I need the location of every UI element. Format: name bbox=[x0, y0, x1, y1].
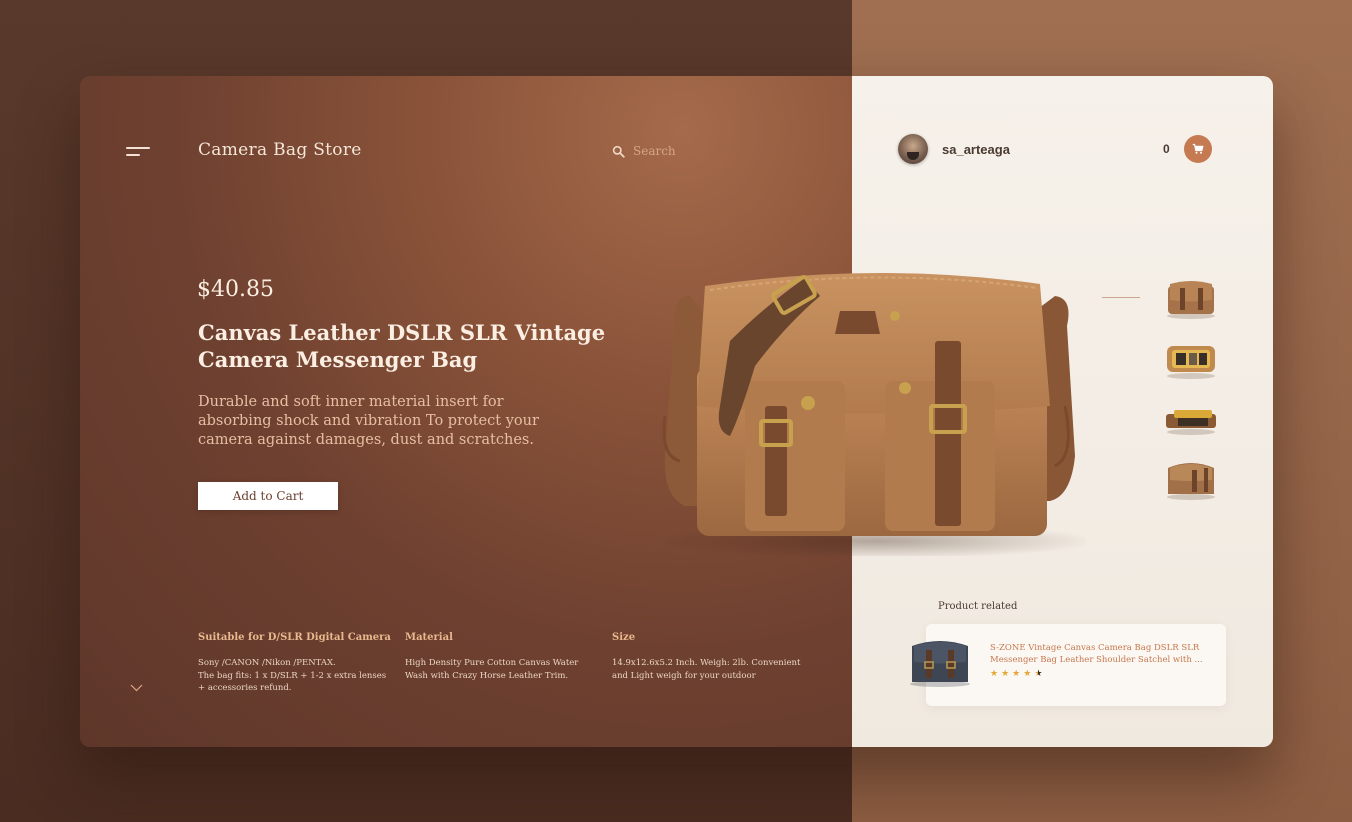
related-section-title: Product related bbox=[938, 601, 1018, 612]
spec-compatibility: Suitable for D/SLR Digital Camera Sony /… bbox=[198, 632, 405, 695]
product-price: $40.85 bbox=[197, 277, 274, 302]
search-bar[interactable] bbox=[612, 144, 753, 158]
thumbnail-list bbox=[1162, 276, 1220, 500]
related-product-card[interactable]: S-ZONE Vintage Canvas Camera Bag DSLR SL… bbox=[910, 624, 1226, 706]
star-half-icon: ★ bbox=[1034, 669, 1043, 679]
menu-icon[interactable] bbox=[126, 146, 150, 160]
star-icon: ★ bbox=[990, 669, 999, 679]
spec-title: Suitable for D/SLR Digital Camera bbox=[198, 632, 391, 643]
product-card: Camera Bag Store sa_arteaga 0 $40.85 Can… bbox=[80, 76, 1273, 747]
search-icon bbox=[612, 145, 625, 158]
related-product-title: S-ZONE Vintage Canvas Camera Bag DSLR SL… bbox=[990, 643, 1203, 665]
spec-title: Material bbox=[405, 632, 453, 643]
search-input[interactable] bbox=[633, 144, 753, 158]
star-icon: ★ bbox=[1001, 669, 1010, 679]
spec-title: Size bbox=[612, 632, 636, 643]
cart-button[interactable] bbox=[1184, 135, 1212, 163]
chevron-down-icon[interactable] bbox=[130, 684, 143, 692]
menu-line-top bbox=[126, 147, 150, 149]
cart-icon bbox=[1192, 143, 1204, 154]
thumbnail-bag-insert[interactable] bbox=[1162, 396, 1220, 440]
add-to-cart-button[interactable]: Add to Cart bbox=[198, 482, 338, 510]
thumbnail-bag-inside[interactable] bbox=[1162, 336, 1220, 380]
spec-text: Sony /CANON /Nikon /PENTAX. The bag fits… bbox=[198, 658, 387, 693]
product-image bbox=[655, 272, 1085, 556]
star-icon: ★ bbox=[1012, 669, 1021, 679]
spec-material: Material High Density Pure Cotton Canvas… bbox=[405, 632, 612, 695]
rating-stars: ★ ★ ★ ★ ★ bbox=[990, 669, 1042, 679]
user-profile[interactable]: sa_arteaga bbox=[898, 134, 1010, 164]
product-title: Canvas Leather DSLR SLR Vintage Camera M… bbox=[198, 320, 606, 372]
spec-text: High Density Pure Cotton Canvas Water Wa… bbox=[405, 658, 579, 681]
related-product-image bbox=[910, 641, 970, 687]
spec-text: 14.9x12.6x5.2 Inch. Weigh: 2lb. Convenie… bbox=[612, 658, 801, 681]
thumbnail-bag-front[interactable] bbox=[1162, 276, 1220, 320]
cart-count: 0 bbox=[1163, 142, 1170, 156]
product-description: Durable and soft inner material insert f… bbox=[198, 394, 539, 448]
star-icon: ★ bbox=[1023, 669, 1032, 679]
thumbnail-indicator bbox=[1102, 297, 1140, 298]
menu-line-bottom bbox=[126, 154, 140, 156]
product-specs: Suitable for D/SLR Digital Camera Sony /… bbox=[198, 632, 819, 695]
thumbnail-bag-side[interactable] bbox=[1162, 456, 1220, 500]
username[interactable]: sa_arteaga bbox=[942, 142, 1010, 157]
avatar[interactable] bbox=[898, 134, 928, 164]
store-title[interactable]: Camera Bag Store bbox=[198, 140, 362, 160]
spec-size: Size 14.9x12.6x5.2 Inch. Weigh: 2lb. Con… bbox=[612, 632, 819, 695]
